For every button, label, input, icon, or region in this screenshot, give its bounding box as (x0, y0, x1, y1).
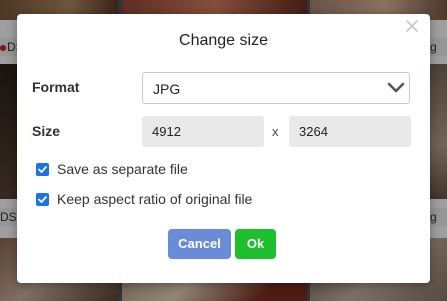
dialog-title: Change size (179, 32, 268, 49)
chevron-down-icon (387, 81, 405, 95)
checkmark-icon (38, 166, 47, 173)
size-label: Size (32, 123, 61, 139)
cancel-button[interactable]: Cancel (168, 229, 231, 259)
ok-button[interactable]: Ok (235, 229, 276, 259)
height-input[interactable] (289, 116, 411, 147)
checkmark-icon (38, 196, 47, 203)
keep-aspect-label: Keep aspect ratio of original file (57, 191, 253, 207)
save-separate-label: Save as separate file (57, 161, 188, 177)
change-size-dialog: Change size Format JPG Size x Save as se… (17, 14, 430, 283)
save-separate-checkbox[interactable] (36, 163, 49, 176)
width-input[interactable] (142, 116, 264, 147)
format-selected-value: JPG (153, 81, 181, 97)
size-separator: x (272, 124, 279, 139)
format-label: Format (32, 79, 80, 95)
format-select[interactable]: JPG (142, 72, 410, 104)
keep-aspect-checkbox[interactable] (36, 193, 49, 206)
